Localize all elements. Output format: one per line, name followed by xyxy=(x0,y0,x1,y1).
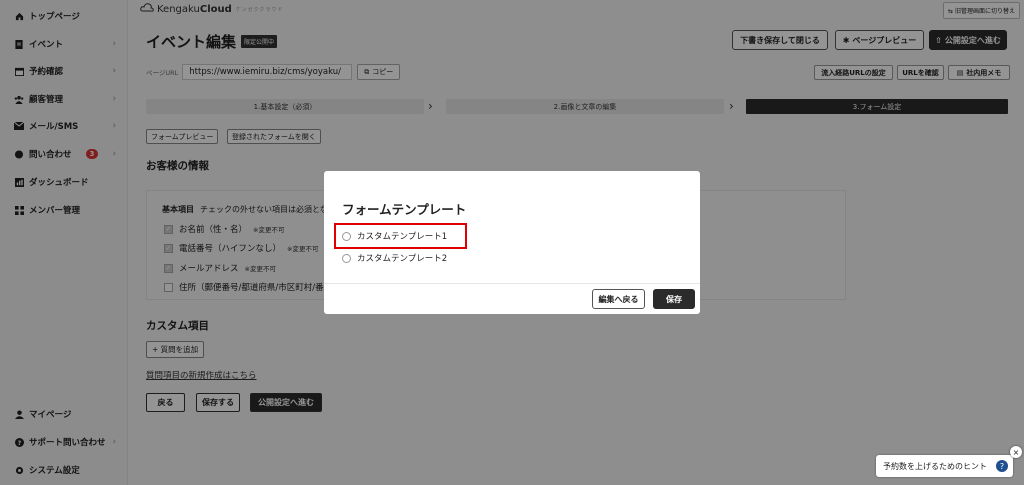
modal-divider xyxy=(324,283,700,284)
hint-label: 予約数を上げるためのヒント xyxy=(883,461,987,471)
modal-save-button[interactable]: 保存 xyxy=(653,289,695,309)
back-to-edit-button[interactable]: 編集へ戻る xyxy=(592,289,645,309)
template-option-2[interactable]: カスタムテンプレート2 xyxy=(342,252,447,264)
hint-widget[interactable]: 予約数を上げるためのヒント ? xyxy=(876,455,1013,477)
radio-button[interactable] xyxy=(342,253,351,263)
option-label: カスタムテンプレート2 xyxy=(357,254,448,264)
highlight-box xyxy=(334,223,467,249)
modal-title: フォームテンプレート xyxy=(342,202,467,217)
form-template-modal: フォームテンプレート カスタムテンプレート1 カスタムテンプレート2 編集へ戻る… xyxy=(324,171,700,314)
close-icon[interactable]: × xyxy=(1010,446,1022,458)
help-icon: ? xyxy=(996,460,1008,472)
